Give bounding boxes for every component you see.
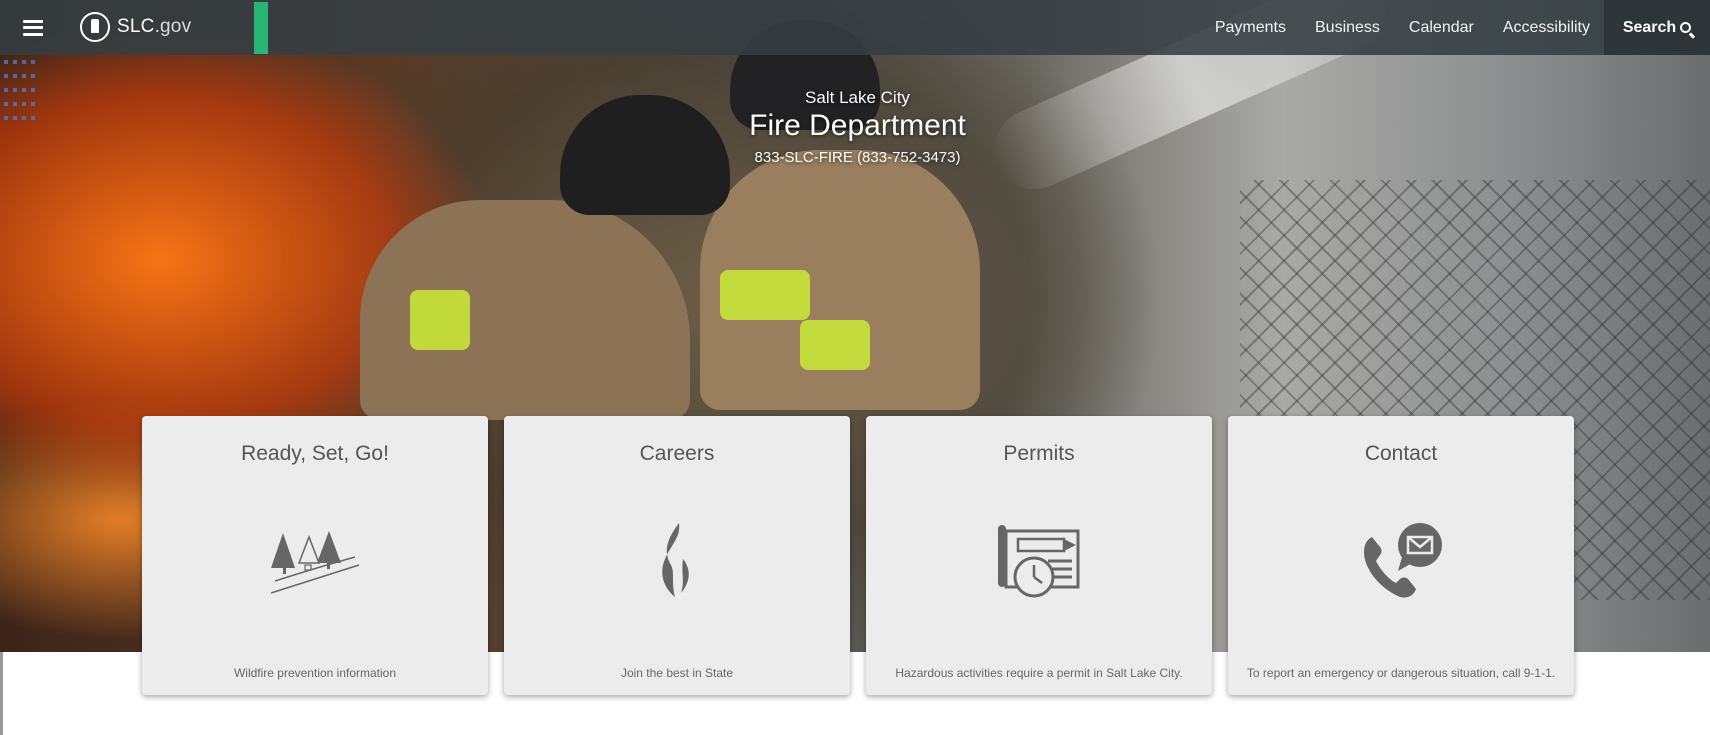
hamburger-menu-button[interactable] bbox=[0, 0, 66, 55]
page-title: Fire Department bbox=[749, 109, 966, 142]
hamburger-icon bbox=[23, 19, 43, 36]
wildfire-trees-icon bbox=[265, 511, 365, 611]
card-title: Careers bbox=[639, 442, 715, 465]
nav-accessibility[interactable]: Accessibility bbox=[1503, 19, 1590, 37]
slc-gov-logo[interactable]: SLC.gov bbox=[80, 6, 191, 48]
card-description: Hazardous activities require a permit in… bbox=[895, 666, 1183, 680]
logo-text: SLC.gov bbox=[117, 16, 192, 37]
green-accent-bar bbox=[254, 2, 268, 54]
decorative-dots bbox=[4, 60, 40, 120]
nav-payments[interactable]: Payments bbox=[1215, 19, 1286, 37]
phone-message-icon bbox=[1351, 511, 1451, 611]
phone-number: 833-SLC-FIRE (833-752-3473) bbox=[754, 149, 961, 166]
card-title: Contact bbox=[1364, 442, 1438, 465]
card-contact[interactable]: Contact To report an emergency or danger… bbox=[1228, 416, 1574, 695]
card-description: To report an emergency or dangerous situ… bbox=[1246, 666, 1556, 680]
card-description: Wildfire prevention information bbox=[233, 666, 397, 680]
card-ready-set-go[interactable]: Ready, Set, Go! Wildfire prevention info… bbox=[142, 416, 488, 695]
flame-icon bbox=[627, 511, 727, 611]
card-careers[interactable]: Careers Join the best in State bbox=[504, 416, 850, 695]
nav-business[interactable]: Business bbox=[1315, 19, 1380, 37]
top-navigation-bar: SLC.gov Payments Business Calendar Acces… bbox=[0, 0, 1710, 55]
city-name: Salt Lake City bbox=[805, 88, 910, 107]
search-icon bbox=[1680, 22, 1692, 33]
card-permits[interactable]: Permits Hazardous activities require a p… bbox=[866, 416, 1212, 695]
nav-calendar[interactable]: Calendar bbox=[1409, 19, 1474, 37]
search-label: Search bbox=[1622, 18, 1677, 36]
permit-blueprint-icon bbox=[989, 511, 1089, 611]
city-seal-icon bbox=[80, 12, 110, 42]
card-title: Ready, Set, Go! bbox=[241, 442, 389, 465]
card-description: Join the best in State bbox=[620, 666, 734, 680]
top-nav-links: Payments Business Calendar Accessibility bbox=[1215, 0, 1590, 55]
search-button[interactable]: Search bbox=[1604, 0, 1710, 55]
quick-links-cards: Ready, Set, Go! Wildfire prevention info… bbox=[142, 416, 1574, 695]
card-title: Permits bbox=[1003, 442, 1075, 465]
page-title-block: Salt Lake City Fire Department 833-SLC-F… bbox=[600, 88, 1115, 166]
